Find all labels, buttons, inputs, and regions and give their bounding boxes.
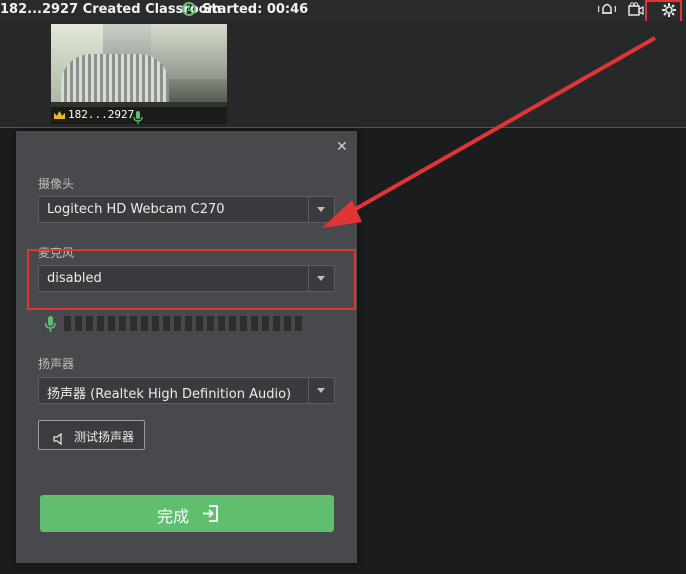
- crown-icon: [54, 111, 65, 119]
- done-label: 完成: [157, 507, 190, 526]
- close-icon[interactable]: ✕: [336, 139, 348, 155]
- speaker-icon: [53, 430, 65, 449]
- test-speaker-button[interactable]: 测试扬声器: [38, 420, 145, 450]
- camera-icon[interactable]: [626, 2, 646, 19]
- notification-bell-icon[interactable]: [597, 2, 617, 19]
- microphone-icon: [133, 109, 143, 124]
- test-speaker-label: 测试扬声器: [74, 430, 135, 444]
- speaker-label: 扬声器: [38, 357, 75, 371]
- participant-name: 182...2927: [68, 108, 135, 121]
- camera-select[interactable]: Logitech HD Webcam C270: [38, 196, 335, 223]
- chevron-down-icon[interactable]: [308, 378, 334, 403]
- strip-divider: [0, 127, 686, 128]
- top-bar: 182...2927 Created Classroom Started: 00…: [0, 0, 686, 21]
- speaker-select[interactable]: 扬声器 (Realtek High Definition Audio): [38, 377, 335, 404]
- speaker-select-value: 扬声器 (Realtek High Definition Audio): [47, 387, 292, 402]
- enter-icon: [202, 505, 218, 526]
- level-bars: [64, 316, 304, 331]
- participant-video-tile[interactable]: 182...2927: [51, 24, 227, 124]
- microphone-highlight-box: [27, 249, 356, 310]
- elapsed-time: Started: 00:46: [202, 2, 309, 17]
- microphone-level-meter: [44, 316, 304, 336]
- video-caption: 182...2927: [51, 107, 227, 124]
- done-button[interactable]: 完成: [40, 495, 334, 532]
- camera-select-value: Logitech HD Webcam C270: [47, 202, 225, 217]
- device-settings-dialog: ✕ 摄像头 Logitech HD Webcam C270 麦克风 disabl…: [16, 131, 357, 563]
- microphone-icon: [44, 316, 56, 332]
- camera-label: 摄像头: [38, 177, 75, 191]
- clock-icon: [182, 2, 196, 16]
- chevron-down-icon[interactable]: [308, 197, 334, 222]
